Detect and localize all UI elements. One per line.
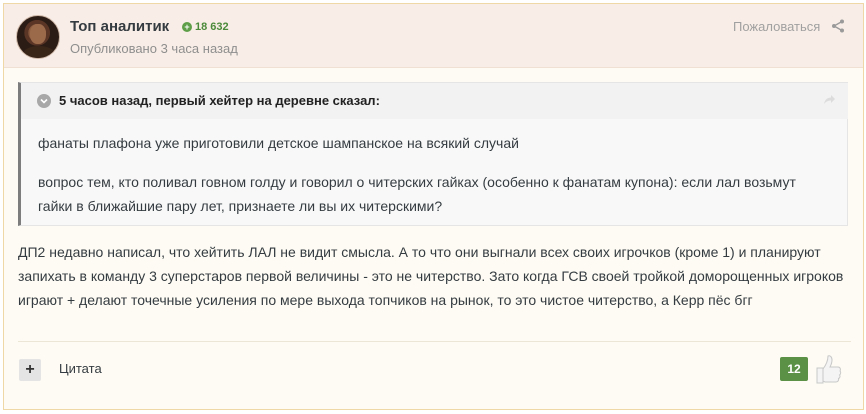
multiquote-add-button[interactable]: + [19, 359, 41, 381]
reputation-value: 18 632 [195, 21, 229, 33]
quote-paragraph: вопрос тем, кто поливал говном голду и г… [38, 174, 796, 214]
avatar-face-shape [30, 24, 46, 44]
like-icon[interactable] [813, 353, 843, 385]
quote-button[interactable]: Цитата [59, 361, 102, 376]
chevron-down-icon [40, 98, 48, 104]
quote-toggle-icon[interactable] [37, 94, 51, 108]
share-icon[interactable] [831, 19, 845, 33]
report-link[interactable]: Пожаловаться [733, 19, 820, 34]
avatar[interactable] [16, 15, 60, 59]
forum-post: Топ аналитик + 18 632 Опубликовано 3 час… [3, 3, 864, 410]
quote-citation[interactable]: 5 часов назад, первый хейтер на деревне … [59, 93, 380, 108]
avatar-body-shape [23, 46, 55, 58]
footer-divider [18, 341, 851, 342]
author-name[interactable]: Топ аналитик [70, 18, 169, 35]
quote-header: 5 часов назад, первый хейтер на деревне … [21, 83, 848, 119]
reputation-plus-icon: + [182, 22, 192, 32]
quote-share-icon[interactable] [822, 93, 836, 107]
quote-paragraph: фанаты плафона уже приготовили детское ш… [38, 135, 519, 151]
reputation-count-badge: 12 [780, 357, 808, 381]
post-body: ДП2 недавно написал, что хейтить ЛАЛ не … [18, 244, 844, 308]
post-header: Топ аналитик + 18 632 Опубликовано 3 час… [4, 4, 863, 68]
blockquote: 5 часов назад, первый хейтер на деревне … [18, 82, 848, 226]
post-date: Опубликовано 3 часа назад [70, 41, 238, 56]
author-reputation: + 18 632 [182, 21, 229, 33]
